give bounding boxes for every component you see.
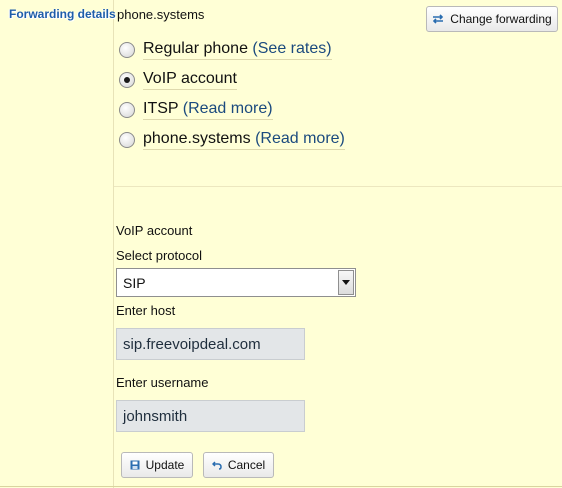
radio-itsp[interactable] [119,102,135,118]
section-divider [114,186,562,187]
radio-regular-phone[interactable] [119,42,135,58]
sidebar: Forwarding details [0,0,116,488]
option-label: VoIP account [143,70,237,87]
update-label: Update [145,458,185,472]
protocol-select[interactable]: SIP [116,268,356,297]
protocol-select-value: SIP [123,274,146,291]
undo-arrow-icon [211,460,222,470]
radio-phone-systems[interactable] [119,132,135,148]
radio-voip-account[interactable] [119,72,135,88]
radio-selected-dot [124,77,130,83]
read-more-link[interactable]: (Read more) [255,130,345,147]
change-forwarding-label: Change forwarding [450,12,552,26]
chevron-down-icon[interactable] [338,270,354,295]
cancel-button[interactable]: Cancel [203,452,274,478]
username-label: Enter username [116,375,209,390]
option-label: Regular phone [143,40,248,57]
save-icon [130,460,140,470]
cancel-label: Cancel [227,458,266,472]
read-more-link[interactable]: (Read more) [183,100,273,117]
change-forwarding-button[interactable]: Change forwarding [426,6,558,32]
option-label: phone.systems [143,130,251,147]
option-label: ITSP [143,100,179,117]
current-forwarding-value: phone.systems [117,7,205,22]
sidebar-title: Forwarding details [9,7,116,21]
swap-arrows-icon [432,14,444,24]
option-phone-systems[interactable]: phone.systems (Read more) [118,128,345,152]
update-button[interactable]: Update [121,452,193,478]
host-field[interactable]: sip.freevoipdeal.com [116,328,305,360]
see-rates-link[interactable]: (See rates) [252,40,331,57]
option-voip-account[interactable]: VoIP account [118,68,237,92]
option-regular-phone[interactable]: Regular phone (See rates) [118,38,332,62]
protocol-label: Select protocol [116,248,202,263]
bottom-border [0,486,562,487]
username-field[interactable]: johnsmith [116,400,305,432]
host-label: Enter host [116,303,176,318]
section-title: VoIP account [116,223,193,238]
option-itsp[interactable]: ITSP (Read more) [118,98,273,122]
